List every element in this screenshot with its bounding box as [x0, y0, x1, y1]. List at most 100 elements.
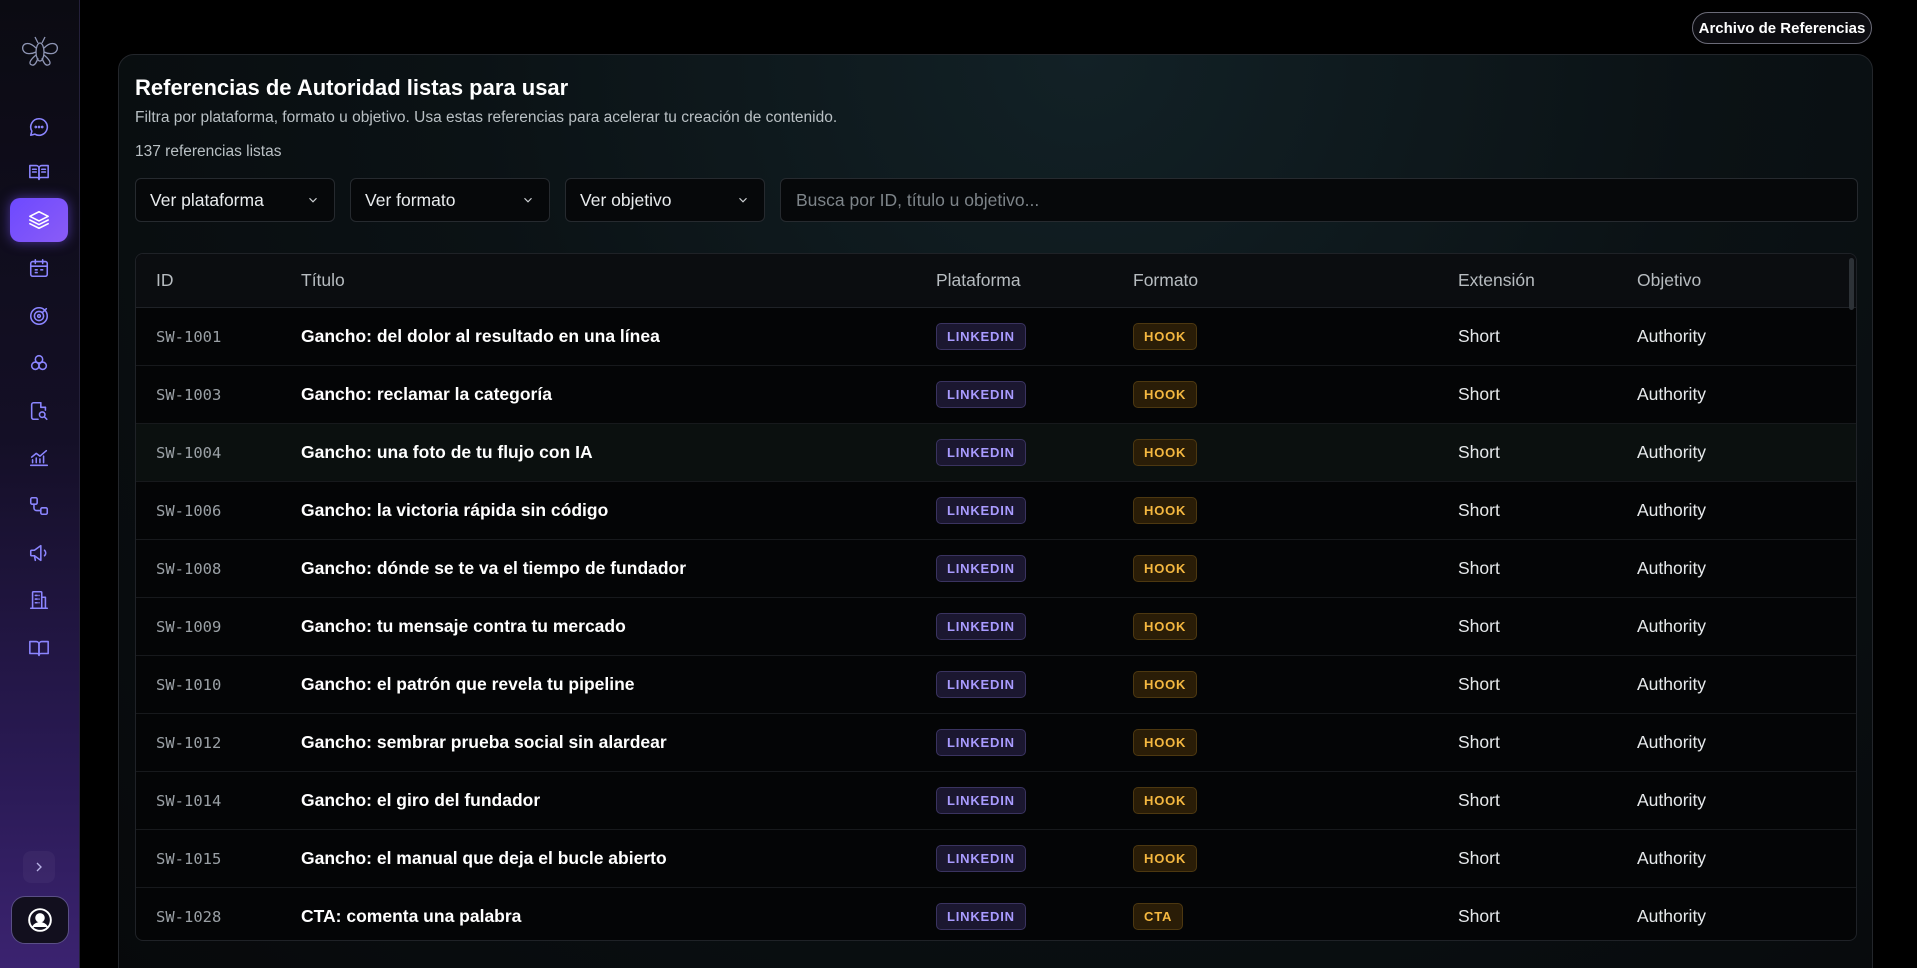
table-row[interactable]: SW-1014 Gancho: el giro del fundador LINKE… [136, 772, 1856, 830]
table-row[interactable]: SW-1010 Gancho: el patrón que revela tu p… [136, 656, 1856, 714]
row-format: HOOK [1133, 787, 1458, 814]
row-platform: LINKEDIN [936, 671, 1133, 698]
row-title[interactable]: CTA: comenta una palabra [301, 906, 936, 927]
references-table: ID Título Plataforma Formato Extensión O… [135, 253, 1857, 941]
row-platform: LINKEDIN [936, 845, 1133, 872]
format-filter[interactable]: Ver formato [350, 178, 550, 222]
format-badge: HOOK [1133, 613, 1198, 640]
column-header-platform[interactable]: Plataforma [936, 270, 1133, 291]
row-format: HOOK [1133, 323, 1458, 350]
format-badge: HOOK [1133, 671, 1198, 698]
nav-library[interactable] [10, 150, 68, 194]
nav-campaigns[interactable] [10, 531, 68, 575]
column-header-extension[interactable]: Extensión [1458, 270, 1637, 291]
row-objective: Authority [1637, 732, 1707, 752]
row-title[interactable]: Gancho: reclamar la categoría [301, 384, 936, 405]
table-row[interactable]: SW-1003 Gancho: reclamar la categoría LINK… [136, 366, 1856, 424]
platform-badge: LINKEDIN [936, 613, 1026, 640]
table-row[interactable]: SW-1009 Gancho: tu mensaje contra tu merc… [136, 598, 1856, 656]
row-title[interactable]: Gancho: sembrar prueba social sin alarde… [301, 732, 936, 753]
row-platform: LINKEDIN [936, 729, 1133, 756]
references-count: 137 referencias listas [135, 143, 282, 160]
row-platform: LINKEDIN [936, 903, 1133, 930]
row-platform: LINKEDIN [936, 323, 1133, 350]
nav-calendar[interactable] [10, 246, 68, 290]
row-platform: LINKEDIN [936, 787, 1133, 814]
nav-chat[interactable] [10, 105, 68, 149]
row-id: SW-1003 [156, 385, 222, 404]
row-objective: Authority [1637, 384, 1707, 404]
platform-filter-label: Ver plataforma [150, 189, 264, 210]
row-format: HOOK [1133, 497, 1458, 524]
nav-analytics[interactable] [10, 436, 68, 480]
row-title[interactable]: Gancho: una foto de tu flujo con IA [301, 442, 936, 463]
row-title[interactable]: Gancho: tu mensaje contra tu mercado [301, 616, 936, 637]
nav-research[interactable] [10, 389, 68, 433]
row-id: SW-1015 [156, 849, 222, 868]
format-badge: HOOK [1133, 787, 1198, 814]
format-badge: HOOK [1133, 497, 1198, 524]
references-card: Referencias de Autoridad listas para usa… [118, 54, 1873, 968]
platform-badge: LINKEDIN [936, 729, 1026, 756]
row-objective: Authority [1637, 500, 1707, 520]
row-id: SW-1014 [156, 791, 222, 810]
row-title[interactable]: Gancho: del dolor al resultado en una lí… [301, 326, 936, 347]
row-platform: LINKEDIN [936, 613, 1133, 640]
chevron-down-icon [524, 197, 532, 203]
table-row[interactable]: SW-1006 Gancho: la victoria rápida sin có… [136, 482, 1856, 540]
archive-references-button[interactable]: Archivo de Referencias [1692, 12, 1872, 44]
table-scrollbar[interactable] [1849, 258, 1854, 310]
table-row[interactable]: SW-1004 Gancho: una foto de tu flujo con … [136, 424, 1856, 482]
workflow-icon [29, 496, 49, 516]
building-icon [29, 590, 49, 610]
row-extension: Short [1458, 790, 1500, 810]
nav-workflows[interactable] [10, 484, 68, 528]
nav-references[interactable] [10, 198, 68, 242]
format-badge: HOOK [1133, 381, 1198, 408]
row-objective: Authority [1637, 558, 1707, 578]
column-header-id[interactable]: ID [136, 270, 301, 291]
table-row[interactable]: SW-1001 Gancho: del dolor al resultado en… [136, 308, 1856, 366]
brand-logo-icon[interactable] [18, 30, 62, 70]
platform-badge: LINKEDIN [936, 555, 1026, 582]
row-extension: Short [1458, 848, 1500, 868]
column-header-format[interactable]: Formato [1133, 270, 1458, 291]
layers-icon [29, 210, 49, 230]
format-filter-label: Ver formato [365, 189, 456, 210]
sidebar [0, 0, 80, 968]
open-book-icon [29, 164, 49, 181]
search-input[interactable] [796, 189, 1842, 211]
column-header-title[interactable]: Título [301, 270, 936, 291]
format-badge: HOOK [1133, 845, 1198, 872]
row-extension: Short [1458, 442, 1500, 462]
table-row[interactable]: SW-1028 CTA: comenta una palabra LINKEDIN C… [136, 888, 1856, 940]
row-format: HOOK [1133, 729, 1458, 756]
row-title[interactable]: Gancho: el patrón que revela tu pipeline [301, 674, 936, 695]
column-header-objective[interactable]: Objetivo [1637, 270, 1701, 291]
row-objective: Authority [1637, 790, 1707, 810]
row-extension: Short [1458, 558, 1500, 578]
nav-company[interactable] [10, 578, 68, 622]
nav-goals[interactable] [10, 294, 68, 338]
chevron-down-icon [739, 197, 747, 203]
row-title[interactable]: Gancho: dónde se te va el tiempo de fund… [301, 558, 936, 579]
row-title[interactable]: Gancho: el manual que deja el bucle abie… [301, 848, 936, 869]
user-avatar[interactable] [11, 896, 69, 944]
row-objective: Authority [1637, 674, 1707, 694]
objective-filter[interactable]: Ver objetivo [565, 178, 765, 222]
search-box[interactable] [780, 178, 1858, 222]
row-title[interactable]: Gancho: la victoria rápida sin código [301, 500, 936, 521]
expand-sidebar-button[interactable] [23, 851, 55, 883]
table-row[interactable]: SW-1012 Gancho: sembrar prueba social sin… [136, 714, 1856, 772]
platform-filter[interactable]: Ver plataforma [135, 178, 335, 222]
nav-community[interactable] [10, 341, 68, 385]
row-id: SW-1010 [156, 675, 222, 694]
table-row[interactable]: SW-1015 Gancho: el manual que deja el buc… [136, 830, 1856, 888]
table-row[interactable]: SW-1008 Gancho: dónde se te va el tiempo … [136, 540, 1856, 598]
row-extension: Short [1458, 384, 1500, 404]
nav-guide[interactable] [10, 626, 68, 670]
row-extension: Short [1458, 326, 1500, 346]
row-id: SW-1004 [156, 443, 222, 462]
row-objective: Authority [1637, 326, 1707, 346]
row-title[interactable]: Gancho: el giro del fundador [301, 790, 936, 811]
